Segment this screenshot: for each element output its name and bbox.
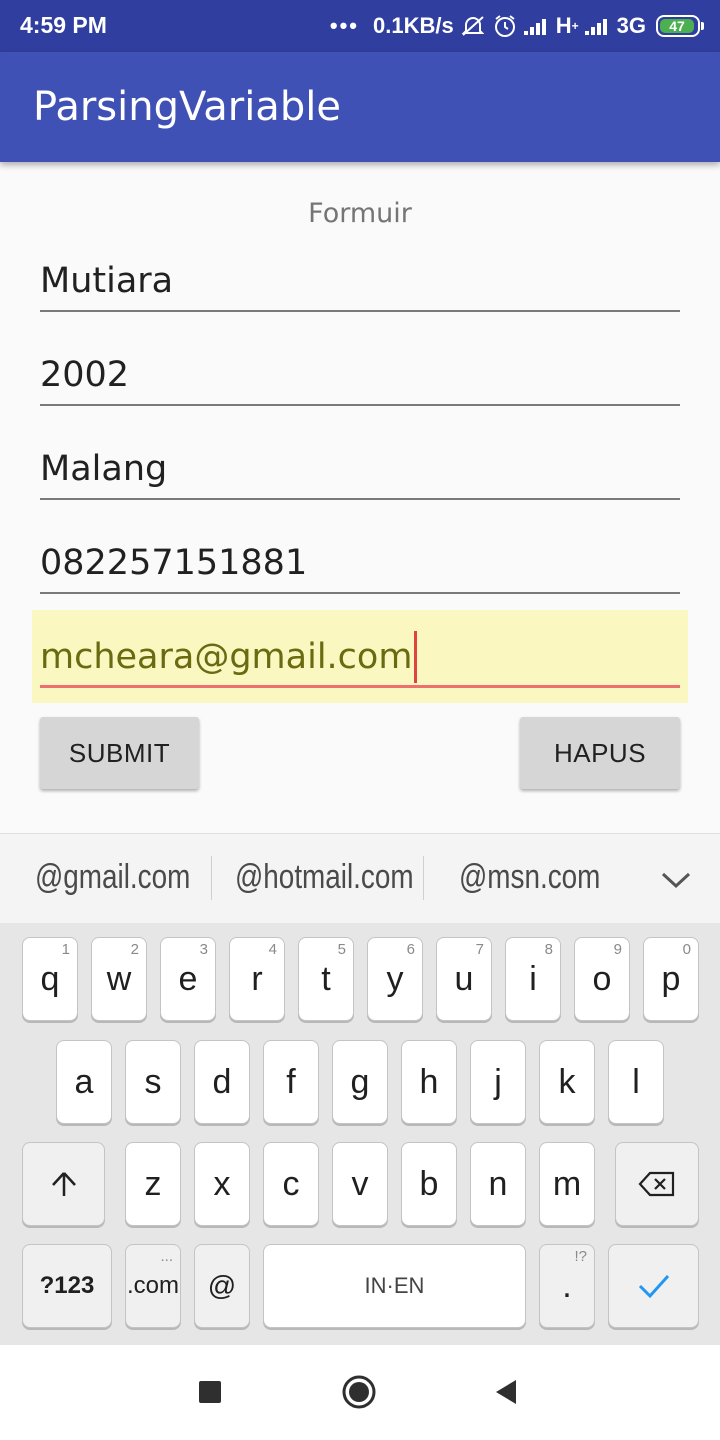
battery-level: 47 (660, 19, 694, 33)
suggestion-hotmail[interactable]: @hotmail.com (235, 858, 414, 897)
key-l[interactable]: l (608, 1040, 664, 1124)
signal-type-1-sub: + (571, 19, 579, 33)
at-key[interactable]: @ (194, 1244, 250, 1328)
app-title: ParsingVariable (33, 84, 341, 130)
network-speed: 0.1KB/s (373, 13, 454, 38)
key-b[interactable]: b (401, 1142, 457, 1226)
form-title: Formuir (308, 198, 412, 229)
suggestion-divider (211, 856, 212, 900)
key-g[interactable]: g (332, 1040, 388, 1124)
navigation-bar (0, 1345, 720, 1440)
key-w[interactable]: w2 (91, 937, 147, 1021)
shift-key[interactable] (22, 1142, 105, 1226)
key-o[interactable]: o9 (574, 937, 630, 1021)
email-value: mcheara@gmail.com (40, 636, 413, 677)
key-n[interactable]: n (470, 1142, 526, 1226)
shift-arrow-icon (51, 1172, 76, 1196)
app-bar: ParsingVariable (0, 52, 720, 162)
key-q[interactable]: q1 (22, 937, 78, 1021)
notification-dots: ••• (329, 13, 360, 38)
keyboard: q1 w2 e3 r4 t5 y6 u7 i8 o9 p0 a s d f g … (0, 923, 720, 1345)
alarm-icon (494, 15, 515, 37)
back-icon[interactable] (494, 1379, 518, 1405)
done-key[interactable] (608, 1244, 699, 1328)
key-j[interactable]: j (470, 1040, 526, 1124)
phone-field[interactable]: 082257151881 (40, 534, 680, 594)
key-u[interactable]: u7 (436, 937, 492, 1021)
backspace-icon (638, 1171, 675, 1197)
network-type: 3G (616, 13, 646, 38)
key-k[interactable]: k (539, 1040, 595, 1124)
key-r[interactable]: r4 (229, 937, 285, 1021)
submit-button[interactable]: SUBMIT (40, 717, 199, 789)
signal-type-1: H (555, 13, 572, 38)
hapus-button[interactable]: HAPUS (520, 717, 680, 789)
key-x[interactable]: x (194, 1142, 250, 1226)
signal-icon-1 (523, 17, 550, 35)
space-key[interactable]: IN·EN (263, 1244, 526, 1328)
key-a[interactable]: a (56, 1040, 112, 1124)
status-time: 4:59 PM (20, 12, 107, 38)
recents-icon[interactable] (199, 1381, 221, 1403)
chevron-down-icon[interactable] (660, 864, 692, 896)
name-field[interactable]: Mutiara (40, 252, 680, 312)
symbols-key[interactable]: ?123 (22, 1244, 112, 1328)
bell-muted-icon (461, 16, 485, 36)
key-z[interactable]: z (125, 1142, 181, 1226)
key-f[interactable]: f (263, 1040, 319, 1124)
key-y[interactable]: y6 (367, 937, 423, 1021)
key-v[interactable]: v (332, 1142, 388, 1226)
city-field[interactable]: Malang (40, 440, 680, 500)
backspace-key[interactable] (615, 1142, 699, 1226)
key-t[interactable]: t5 (298, 937, 354, 1021)
suggestion-msn[interactable]: @msn.com (459, 858, 600, 897)
key-d[interactable]: d (194, 1040, 250, 1124)
key-c[interactable]: c (263, 1142, 319, 1226)
key-s[interactable]: s (125, 1040, 181, 1124)
text-cursor (414, 630, 418, 683)
key-p[interactable]: p0 (643, 937, 699, 1021)
battery-icon: 47 (656, 15, 704, 37)
period-key[interactable]: .!? (539, 1244, 595, 1328)
email-field[interactable]: mcheara@gmail.com (40, 628, 680, 688)
status-icons: ••• 0.1KB/s H + 3G 47 (329, 10, 704, 42)
key-m[interactable]: m (539, 1142, 595, 1226)
suggestion-divider (423, 856, 424, 900)
year-field[interactable]: 2002 (40, 346, 680, 406)
key-h[interactable]: h (401, 1040, 457, 1124)
home-icon[interactable] (342, 1375, 376, 1409)
checkmark-icon (638, 1274, 669, 1299)
signal-icon-2 (584, 17, 611, 35)
dotcom-key[interactable]: .com... (125, 1244, 181, 1328)
key-i[interactable]: i8 (505, 937, 561, 1021)
suggestion-gmail[interactable]: @gmail.com (35, 858, 190, 897)
key-e[interactable]: e3 (160, 937, 216, 1021)
suggestion-strip: @gmail.com @hotmail.com @msn.com (0, 833, 720, 924)
status-bar: 4:59 PM ••• 0.1KB/s H + 3G 47 (0, 0, 720, 52)
